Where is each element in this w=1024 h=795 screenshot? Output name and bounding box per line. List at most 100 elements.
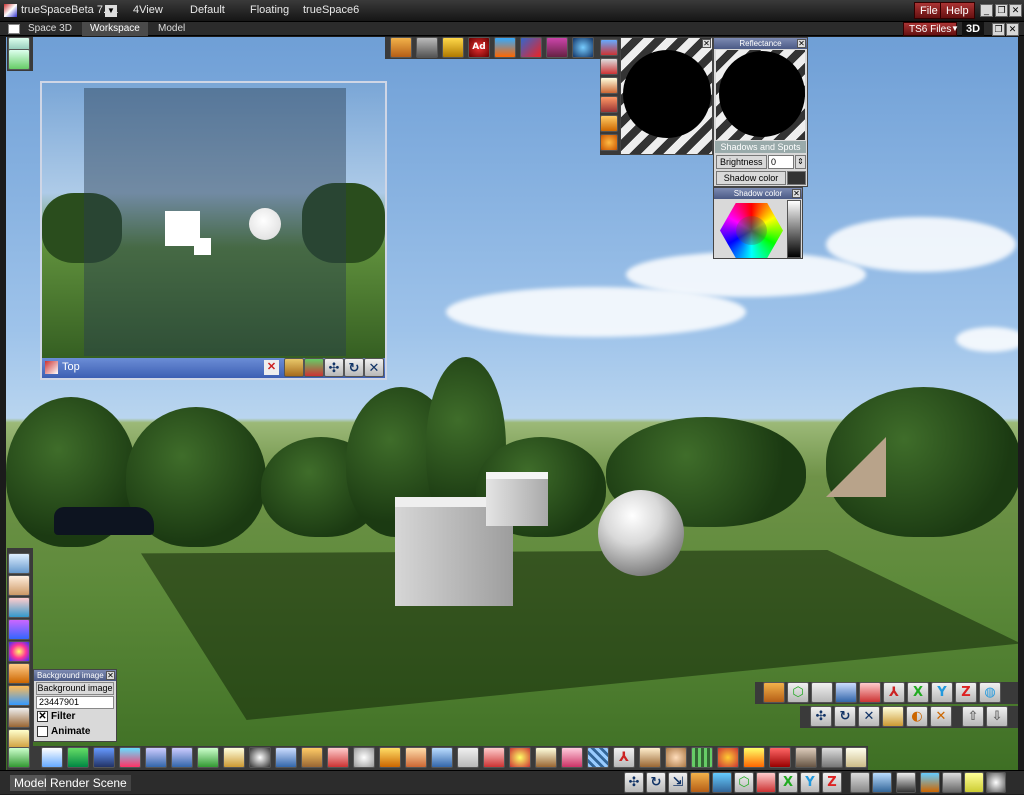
cylinder-icon[interactable] [600, 115, 618, 132]
brush-icon[interactable] [535, 747, 557, 768]
sphere-icon[interactable] [353, 747, 375, 768]
brightness-slider[interactable] [787, 200, 801, 258]
sphere-icon[interactable] [986, 772, 1006, 793]
filter-checkbox[interactable]: ✕ [37, 711, 48, 722]
scale-icon[interactable]: ✕ [364, 358, 384, 377]
bird-icon[interactable] [821, 747, 843, 768]
cube-solid-icon[interactable] [67, 747, 89, 768]
paint-roller-icon[interactable] [835, 682, 857, 703]
move-icon[interactable]: ✣ [810, 706, 832, 727]
material-icon[interactable] [494, 37, 516, 58]
material-preview-sphere[interactable] [623, 50, 711, 138]
close-icon[interactable]: ✕ [797, 39, 806, 48]
shadow-color-swatch[interactable] [787, 171, 806, 185]
brightness-input[interactable]: 0 [768, 155, 794, 169]
top-view-small-cube[interactable] [194, 238, 211, 255]
brush-icon[interactable] [882, 706, 904, 727]
close-icon[interactable]: ✕ [792, 189, 801, 198]
top-view-window[interactable]: Top ✕ ✣ ↻ ✕ [40, 81, 387, 380]
menu-4view[interactable]: 4View [133, 4, 163, 16]
square-icon[interactable] [811, 682, 833, 703]
texture-icon[interactable] [546, 37, 568, 58]
close-icon[interactable]: ✕ [1009, 4, 1022, 17]
paint-icon[interactable] [600, 58, 618, 75]
down-arrow-icon[interactable]: ⇩ [986, 706, 1008, 727]
zoom-icon[interactable]: ✕ [930, 706, 952, 727]
ts6-dropdown-icon[interactable]: ▼ [951, 24, 959, 33]
ad-icon[interactable]: Ad [468, 37, 490, 58]
lasso-icon[interactable] [145, 747, 167, 768]
select-icon[interactable] [41, 747, 63, 768]
fire-extinguisher-icon[interactable] [769, 747, 791, 768]
menu-floating[interactable]: Floating [250, 4, 289, 16]
up-arrow-icon[interactable]: ⇧ [962, 706, 984, 727]
color-sphere-icon[interactable] [8, 641, 30, 662]
close-icon[interactable]: ✕ [264, 360, 279, 375]
x-axis-icon[interactable]: X [778, 772, 798, 793]
cube-solid-icon[interactable] [690, 772, 710, 793]
animate-checkbox[interactable] [37, 726, 48, 737]
top-view-sphere[interactable] [249, 208, 281, 240]
sphere-wire-icon[interactable]: ◍ [979, 682, 1001, 703]
cube-icon[interactable] [8, 663, 30, 684]
z-axis-icon[interactable]: Z [822, 772, 842, 793]
bend-icon[interactable] [379, 747, 401, 768]
y-axis-icon[interactable]: Y [931, 682, 953, 703]
menu-dropdown-icon[interactable]: ▼ [105, 5, 117, 17]
background-image-value[interactable]: 23447901 [36, 696, 114, 709]
paint-icon[interactable] [442, 37, 464, 58]
tools-icon[interactable] [327, 747, 349, 768]
brush-icon[interactable] [223, 747, 245, 768]
sphere-icon[interactable] [572, 37, 594, 58]
top-view-ground-plane[interactable] [84, 88, 346, 356]
paint-icon[interactable] [431, 747, 453, 768]
orbit-icon[interactable]: ◐ [906, 706, 928, 727]
sphere[interactable] [598, 490, 684, 576]
object-icon[interactable] [920, 772, 940, 793]
house-icon[interactable] [859, 682, 881, 703]
restore-icon[interactable]: ❐ [995, 4, 1008, 17]
sphere-icon[interactable] [249, 747, 271, 768]
color-sphere-icon[interactable] [600, 134, 618, 151]
pencil-icon[interactable] [600, 96, 618, 113]
particles-icon[interactable] [717, 747, 739, 768]
mode-3d-label[interactable]: 3D [962, 22, 985, 36]
paint-roller-icon[interactable] [275, 747, 297, 768]
primitive-icon[interactable] [8, 685, 30, 706]
cube-wire-icon[interactable]: ⬡ [787, 682, 809, 703]
render-icon[interactable] [304, 358, 324, 377]
gear-icon[interactable] [405, 747, 427, 768]
close-icon[interactable]: ✕ [1006, 23, 1019, 36]
rotate-icon[interactable]: ↻ [344, 358, 364, 377]
lasso-icon[interactable] [8, 575, 30, 596]
select-icon[interactable] [8, 553, 30, 574]
axes-icon[interactable] [197, 747, 219, 768]
menu-default[interactable]: Default [190, 4, 225, 16]
tab-model[interactable]: Model [150, 22, 193, 36]
add-object-icon[interactable] [8, 49, 30, 70]
object-icon[interactable] [390, 37, 412, 58]
y-axis-icon[interactable]: Y [800, 772, 820, 793]
animal-icon[interactable] [795, 747, 817, 768]
light-icon[interactable] [964, 772, 984, 793]
top-view-scene[interactable] [42, 83, 385, 358]
scale-icon[interactable]: ✕ [858, 706, 880, 727]
tools-icon[interactable] [520, 37, 542, 58]
tab-workspace[interactable]: Workspace [82, 22, 148, 36]
frame-icon[interactable] [639, 747, 661, 768]
cone-icon[interactable] [8, 619, 30, 640]
spinner-arrows-icon[interactable]: ⇕ [795, 155, 806, 169]
menu-truespace6[interactable]: trueSpace6 [303, 4, 359, 16]
script-icon[interactable] [8, 747, 30, 768]
close-icon[interactable]: ✕ [702, 39, 711, 48]
restore-icon[interactable]: ❐ [992, 23, 1005, 36]
sphere-icon[interactable] [509, 747, 531, 768]
render-icon[interactable] [872, 772, 892, 793]
help-menu-button[interactable]: Help [940, 2, 975, 19]
tools-icon[interactable] [942, 772, 962, 793]
camera-icon[interactable] [896, 772, 916, 793]
curve-icon[interactable] [483, 747, 505, 768]
close-icon[interactable]: ✕ [106, 671, 115, 680]
move-icon[interactable]: ✣ [624, 772, 644, 793]
cube-icon[interactable] [712, 772, 732, 793]
